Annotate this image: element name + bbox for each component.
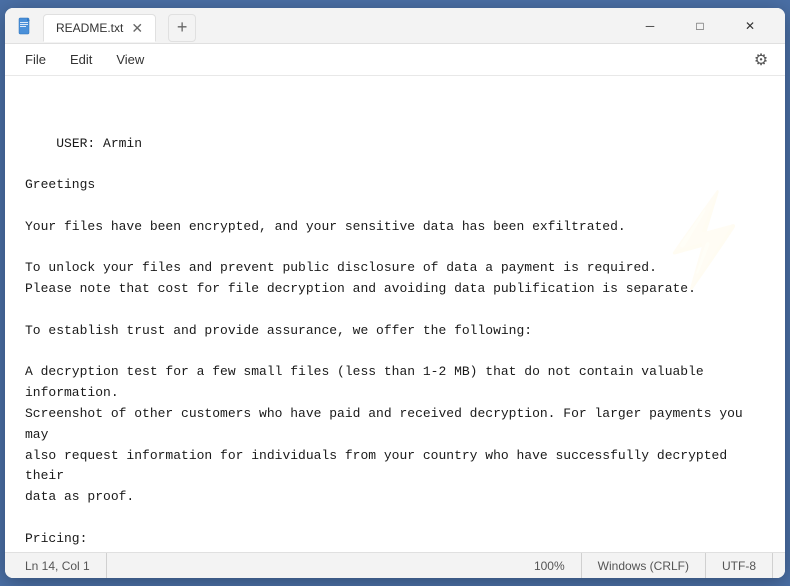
- menu-edit[interactable]: Edit: [58, 48, 104, 71]
- text-editor-content[interactable]: ⚡ USER: Armin Greetings Your files have …: [5, 76, 785, 552]
- main-window: README.txt ✕ + ─ □ ✕ File Edit View ⚙ ⚡ …: [5, 8, 785, 578]
- menu-view[interactable]: View: [104, 48, 156, 71]
- titlebar: README.txt ✕ + ─ □ ✕: [5, 8, 785, 44]
- active-tab[interactable]: README.txt ✕: [43, 14, 156, 42]
- tab-title: README.txt: [56, 21, 123, 35]
- new-tab-button[interactable]: +: [168, 14, 196, 42]
- file-icon: [17, 16, 35, 36]
- settings-icon[interactable]: ⚙: [745, 46, 777, 74]
- zoom-level: 100%: [518, 553, 582, 578]
- close-button[interactable]: ✕: [727, 10, 773, 42]
- titlebar-left: README.txt ✕ +: [17, 10, 196, 42]
- tab-close-button[interactable]: ✕: [131, 21, 143, 35]
- window-controls: ─ □ ✕: [627, 10, 773, 42]
- menubar: File Edit View ⚙: [5, 44, 785, 76]
- cursor-position: Ln 14, Col 1: [17, 553, 107, 578]
- menu-file[interactable]: File: [13, 48, 58, 71]
- statusbar: Ln 14, Col 1 100% Windows (CRLF) UTF-8: [5, 552, 785, 578]
- editor-text: USER: Armin Greetings Your files have be…: [25, 136, 751, 552]
- maximize-button[interactable]: □: [677, 10, 723, 42]
- line-ending: Windows (CRLF): [582, 553, 706, 578]
- encoding: UTF-8: [706, 553, 773, 578]
- minimize-button[interactable]: ─: [627, 10, 673, 42]
